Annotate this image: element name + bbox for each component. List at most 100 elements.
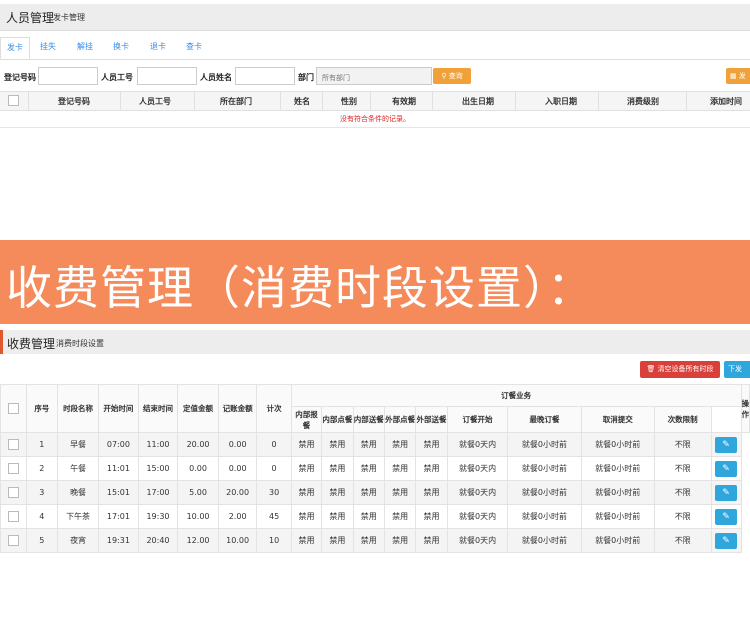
query-button[interactable]: ⚲ 查询: [433, 68, 471, 84]
emp-no-input[interactable]: [137, 67, 197, 85]
col-order-start[interactable]: 订餐开始: [446, 406, 509, 433]
select-all-cell: [0, 384, 27, 433]
emp-name-input[interactable]: [235, 67, 295, 85]
table-row[interactable]: 4 下午茶 17:01 19:30 10.00 2.00 45 禁用 禁用 禁用 禁用 禁用 就餐0天内…: [0, 504, 750, 529]
tab-unlock[interactable]: 解挂: [77, 41, 93, 52]
col-fixed-amount[interactable]: 定值金额: [177, 384, 219, 433]
col-out-checkin[interactable]: 外部点餐: [383, 406, 417, 433]
export-button[interactable]: ▦ 发: [726, 68, 750, 84]
edit-icon[interactable]: ✎: [715, 532, 738, 549]
cell-end: 15:00: [137, 456, 179, 481]
cell-b4: 禁用: [383, 432, 417, 457]
col-added-time[interactable]: 添加时间: [710, 96, 742, 107]
cell-o1: 就餐0天内: [446, 456, 509, 481]
cell-b1: 禁用: [290, 432, 323, 457]
col-in-checkin[interactable]: 内部点餐: [321, 406, 354, 433]
col-start-time[interactable]: 开始时间: [98, 384, 139, 433]
row-checkbox[interactable]: [7, 487, 19, 498]
cell-fixed: 5.00: [177, 480, 219, 505]
edit-icon[interactable]: ✎: [715, 436, 738, 453]
col-seq[interactable]: 序号: [25, 384, 59, 433]
cell-start: 07:00: [98, 432, 139, 457]
row-select-cell: [0, 528, 27, 553]
cell-o1: 就餐0天内: [446, 480, 509, 505]
col-consume-level[interactable]: 消费级别: [627, 96, 659, 107]
cell-o1: 就餐0天内: [446, 528, 509, 553]
select-all-checkbox[interactable]: [8, 95, 19, 106]
emp-name-label: 人员姓名: [200, 73, 232, 82]
cell-count: 0: [256, 456, 292, 481]
row-checkbox[interactable]: [7, 535, 19, 546]
reg-no-input[interactable]: [38, 67, 98, 85]
export-button-label: 发: [738, 72, 746, 80]
col-cancel-submit[interactable]: 取消提交: [580, 406, 655, 433]
row-checkbox[interactable]: [7, 463, 19, 474]
col-end-time[interactable]: 结束时间: [137, 384, 179, 433]
edit-icon[interactable]: ✎: [715, 484, 738, 501]
edit-icon[interactable]: ✎: [715, 508, 738, 525]
cell-o2: 就餐0小时前: [507, 528, 582, 553]
table-row[interactable]: 3 晚餐 15:01 17:00 5.00 20.00 30 禁用 禁用 禁用 禁用 禁用 就餐0天内就…: [0, 480, 750, 505]
cell-o2: 就餐0小时前: [507, 432, 582, 457]
tab-replace-card[interactable]: 换卡: [113, 41, 129, 52]
table-row[interactable]: 5 夜宵 19:31 20:40 12.00 10.00 10 禁用 禁用 禁用 禁用 禁用 就餐0天内…: [0, 528, 750, 553]
col-reg-no[interactable]: 登记号码: [58, 96, 90, 107]
cell-end: 19:30: [137, 504, 179, 529]
cell-limit: 不限: [653, 480, 712, 505]
dept-select[interactable]: 所有部门: [316, 67, 432, 85]
trash-icon: 🗑: [646, 365, 656, 373]
download-button-label: 下发: [728, 365, 742, 373]
col-dept[interactable]: 所在部门: [220, 96, 252, 107]
col-gender[interactable]: 性别: [341, 96, 357, 107]
download-button[interactable]: 下发: [724, 361, 750, 378]
cell-account: 2.00: [217, 504, 258, 529]
cell-b1: 禁用: [290, 528, 323, 553]
cell-b1: 禁用: [290, 480, 323, 505]
col-period-name[interactable]: 时段名称: [56, 384, 100, 433]
edit-icon[interactable]: ✎: [715, 460, 738, 477]
table-row[interactable]: 2 午餐 11:01 15:00 0.00 0.00 0 禁用 禁用 禁用 禁用 禁用 就餐0天内 就餐0…: [0, 456, 750, 481]
cell-start: 19:31: [98, 528, 139, 553]
cell-b3: 禁用: [352, 432, 385, 457]
row-checkbox[interactable]: [7, 511, 19, 522]
col-birth-date[interactable]: 出生日期: [462, 96, 494, 107]
query-button-label: 查询: [448, 72, 463, 80]
row-checkbox[interactable]: [7, 439, 19, 450]
col-limit[interactable]: 次数限制: [653, 406, 712, 433]
select-all-checkbox[interactable]: [7, 403, 19, 415]
cell-o3: 就餐0小时前: [580, 432, 655, 457]
section-banner: 收费管理（消费时段设置）：: [0, 240, 750, 324]
cell-account: 20.00: [217, 480, 258, 505]
cell-seq: 3: [25, 480, 59, 505]
tab-issue-card[interactable]: 发卡: [0, 37, 30, 59]
table-row[interactable]: 1 早餐 07:00 11:00 20.00 0.00 0 禁用 禁用 禁用 禁用 禁用 就餐0天内 就餐…: [0, 432, 750, 457]
col-in-deliver[interactable]: 内部送餐: [352, 406, 385, 433]
cell-end: 20:40: [137, 528, 179, 553]
col-count[interactable]: 计次: [256, 384, 292, 433]
col-latest-order[interactable]: 最晚订餐: [507, 406, 582, 433]
clear-periods-label: 清空设备所有时段: [657, 365, 714, 373]
search-icon: ⚲: [441, 72, 447, 80]
tab-return-card[interactable]: 退卡: [150, 41, 166, 52]
tab-query-card[interactable]: 查卡: [186, 41, 202, 52]
cell-count: 0: [256, 432, 292, 457]
col-emp-no[interactable]: 人员工号: [139, 96, 171, 107]
cell-b2: 禁用: [321, 504, 354, 529]
card-tabs: 发卡 挂失 解挂 换卡 退卡 查卡: [0, 37, 750, 60]
col-name[interactable]: 姓名: [294, 96, 310, 107]
col-valid-until[interactable]: 有效期: [392, 96, 416, 107]
tab-report-loss[interactable]: 挂失: [40, 41, 56, 52]
period-table-body: 1 早餐 07:00 11:00 20.00 0.00 0 禁用 禁用 禁用 禁用 禁用 就餐0天内 就餐…: [0, 432, 750, 553]
col-out-deliver[interactable]: 外部送餐: [415, 406, 448, 433]
row-select-cell: [0, 504, 27, 529]
cell-b3: 禁用: [352, 456, 385, 481]
cell-seq: 2: [25, 456, 59, 481]
clear-periods-button[interactable]: 🗑 清空设备所有时段: [640, 361, 720, 378]
col-in-report[interactable]: 内部报餐: [290, 406, 323, 433]
cell-name: 晚餐: [56, 480, 100, 505]
fee-header: 收费管理 消费时段设置: [0, 330, 750, 354]
cell-b4: 禁用: [383, 528, 417, 553]
col-hire-date[interactable]: 入职日期: [545, 96, 577, 107]
col-account-amount[interactable]: 记账金额: [217, 384, 258, 433]
fee-subtitle: 消费时段设置: [56, 339, 104, 348]
